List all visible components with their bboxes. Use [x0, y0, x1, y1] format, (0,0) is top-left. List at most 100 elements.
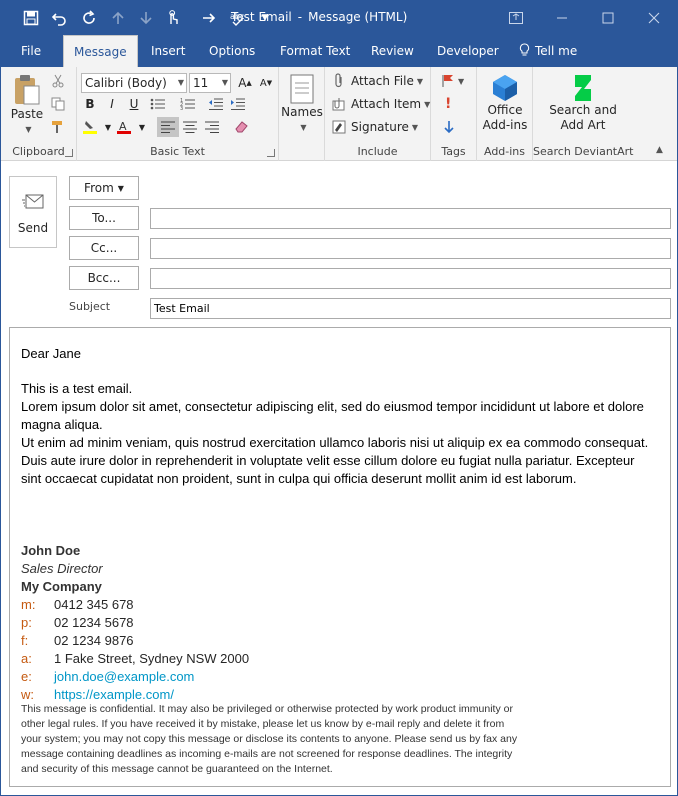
align-center-icon[interactable]	[179, 117, 201, 137]
subject-label: Subject	[69, 300, 111, 313]
align-right-icon[interactable]	[201, 117, 223, 137]
low-importance-icon[interactable]	[443, 117, 455, 137]
decrease-indent-icon[interactable]	[205, 94, 227, 114]
addins-group: Office Add-ins Add-ins	[477, 67, 533, 161]
ribbon-display-options-icon[interactable]	[493, 1, 539, 35]
tab-review[interactable]: Review	[371, 35, 414, 67]
cut-icon[interactable]	[51, 71, 65, 91]
bcc-field[interactable]	[150, 268, 671, 289]
collapse-ribbon-icon[interactable]: ▲	[656, 145, 663, 155]
minimize-icon[interactable]	[539, 1, 585, 35]
tags-group-label: Tags	[441, 145, 466, 158]
tab-options[interactable]: Options	[209, 35, 255, 67]
tab-developer[interactable]: Developer	[437, 35, 499, 67]
address-book-icon	[290, 74, 314, 104]
signature-email: e: john.doe@example.com	[21, 669, 195, 684]
office-addins-icon	[493, 75, 517, 101]
paste-button[interactable]: Paste ▼	[7, 73, 47, 137]
greeting: Dear Jane	[21, 346, 81, 361]
search-and-add-art-button[interactable]: Search and Add Art	[535, 73, 631, 133]
attach-file-button[interactable]: Attach File ▼	[331, 71, 423, 91]
cc-button[interactable]: Cc...	[69, 236, 139, 260]
paperclip-icon	[331, 73, 347, 89]
signature-icon	[331, 119, 347, 135]
font-size-combo[interactable]: 11 ▼	[189, 73, 231, 93]
arrow-up-icon[interactable]	[104, 1, 132, 35]
align-left-icon[interactable]	[157, 117, 179, 137]
redo-refresh-icon[interactable]	[75, 1, 103, 35]
numbering-icon[interactable]: 123	[177, 94, 199, 114]
body-line-intro: This is a test email.	[21, 381, 133, 396]
addins-group-label: Add-ins	[483, 145, 526, 158]
signature-button[interactable]: Signature ▼	[331, 117, 418, 137]
tab-tell-me[interactable]: Tell me	[519, 35, 577, 67]
forward-icon[interactable]	[195, 1, 223, 35]
from-button[interactable]: From ▼	[69, 176, 139, 200]
save-icon[interactable]	[17, 1, 45, 35]
deviantart-group: Search and Add Art Search DeviantArt	[533, 67, 633, 161]
deviantart-logo-icon	[575, 75, 591, 101]
confidentiality-disclaimer: This message is confidential. It may als…	[21, 703, 518, 775]
close-icon[interactable]	[631, 1, 677, 35]
names-button[interactable]: Names ▼	[281, 73, 323, 135]
website-link[interactable]: https://example.com/	[54, 687, 174, 702]
tab-message[interactable]: Message	[63, 35, 138, 68]
include-group: Attach File ▼ Attach Item ▼ Signature ▼ Inc…	[325, 67, 431, 161]
shrink-font-icon[interactable]: A ▼	[255, 73, 277, 93]
bcc-button[interactable]: Bcc...	[69, 266, 139, 290]
search-and-add-art-label-line2: Add Art	[560, 118, 606, 132]
maximize-icon[interactable]	[585, 1, 631, 35]
basic-text-group-label: Basic Text	[150, 145, 205, 158]
tab-file[interactable]: File	[21, 35, 41, 67]
font-color-dropdown-icon[interactable]: ▼	[131, 117, 153, 137]
format-painter-icon[interactable]	[51, 117, 65, 137]
to-button[interactable]: To...	[69, 206, 139, 230]
font-name-combo[interactable]: Calibri (Body) ▼	[81, 73, 187, 93]
underline-icon[interactable]: U	[123, 94, 145, 114]
signature-phone: p: 02 1234 5678	[21, 615, 134, 630]
signature-company: My Company	[21, 579, 102, 594]
email-link[interactable]: john.doe@example.com	[54, 669, 194, 684]
attach-item-button[interactable]: Attach Item ▼	[331, 94, 430, 114]
deviantart-group-label: Search DeviantArt	[533, 145, 634, 158]
names-label: Names	[281, 105, 323, 119]
ribbon-tabs: File Message Insert Options Format Text …	[1, 35, 677, 68]
tab-insert[interactable]: Insert	[151, 35, 185, 67]
signature-mobile: m: 0412 345 678	[21, 597, 134, 612]
lightbulb-icon	[519, 35, 530, 67]
to-field[interactable]	[150, 208, 671, 229]
copy-icon[interactable]	[51, 94, 65, 114]
office-addins-label-line2: Add-ins	[482, 118, 528, 132]
include-group-label: Include	[357, 145, 398, 158]
window-title: Test Email - Message (HTML)	[231, 10, 408, 24]
arrow-down-icon[interactable]	[132, 1, 160, 35]
paste-label: Paste	[10, 107, 44, 121]
paste-icon	[15, 75, 40, 105]
basic-text-group: Calibri (Body)▼ 11▼ A▲ A▼ B I U 123	[77, 67, 279, 161]
follow-up-flag-icon[interactable]: ▼	[441, 71, 464, 91]
italic-icon[interactable]: I	[101, 94, 123, 114]
body-paragraph-2: Ut enim ad minim veniam, quis nostrud ex…	[21, 435, 649, 486]
clipboard-launcher-icon[interactable]	[65, 149, 73, 157]
clear-formatting-icon[interactable]	[231, 117, 253, 137]
subject-field[interactable]: Test Email	[150, 298, 671, 319]
title-bar: abc ▼ Test Email - Message (HTML)	[1, 1, 677, 35]
office-addins-button[interactable]: Office Add-ins	[479, 73, 531, 133]
body-paragraph-1: Lorem ipsum dolor sit amet, consectetur …	[21, 399, 644, 432]
bullets-icon[interactable]	[147, 94, 169, 114]
grow-font-icon[interactable]: A ▲	[234, 73, 256, 93]
touch-mode-icon[interactable]	[159, 1, 187, 35]
signature-fax: f: 02 1234 9876	[21, 633, 134, 648]
cc-field[interactable]	[150, 238, 671, 259]
signature-name: John Doe	[21, 543, 81, 558]
signature-address: a: 1 Fake Street, Sydney NSW 2000	[21, 651, 250, 666]
bold-icon[interactable]: B	[79, 94, 101, 114]
message-body[interactable]: Dear Jane This is a test email. Lorem ip…	[9, 327, 671, 787]
undo-icon[interactable]	[45, 1, 73, 35]
tab-format-text[interactable]: Format Text	[280, 35, 350, 67]
increase-indent-icon[interactable]	[227, 94, 249, 114]
ribbon: Paste ▼ Clipboard Calibri (Body)▼ 11▼	[1, 67, 677, 161]
send-button[interactable]: Send	[9, 176, 57, 248]
basic-text-launcher-icon[interactable]	[267, 149, 275, 157]
high-importance-icon[interactable]: !	[445, 94, 451, 114]
